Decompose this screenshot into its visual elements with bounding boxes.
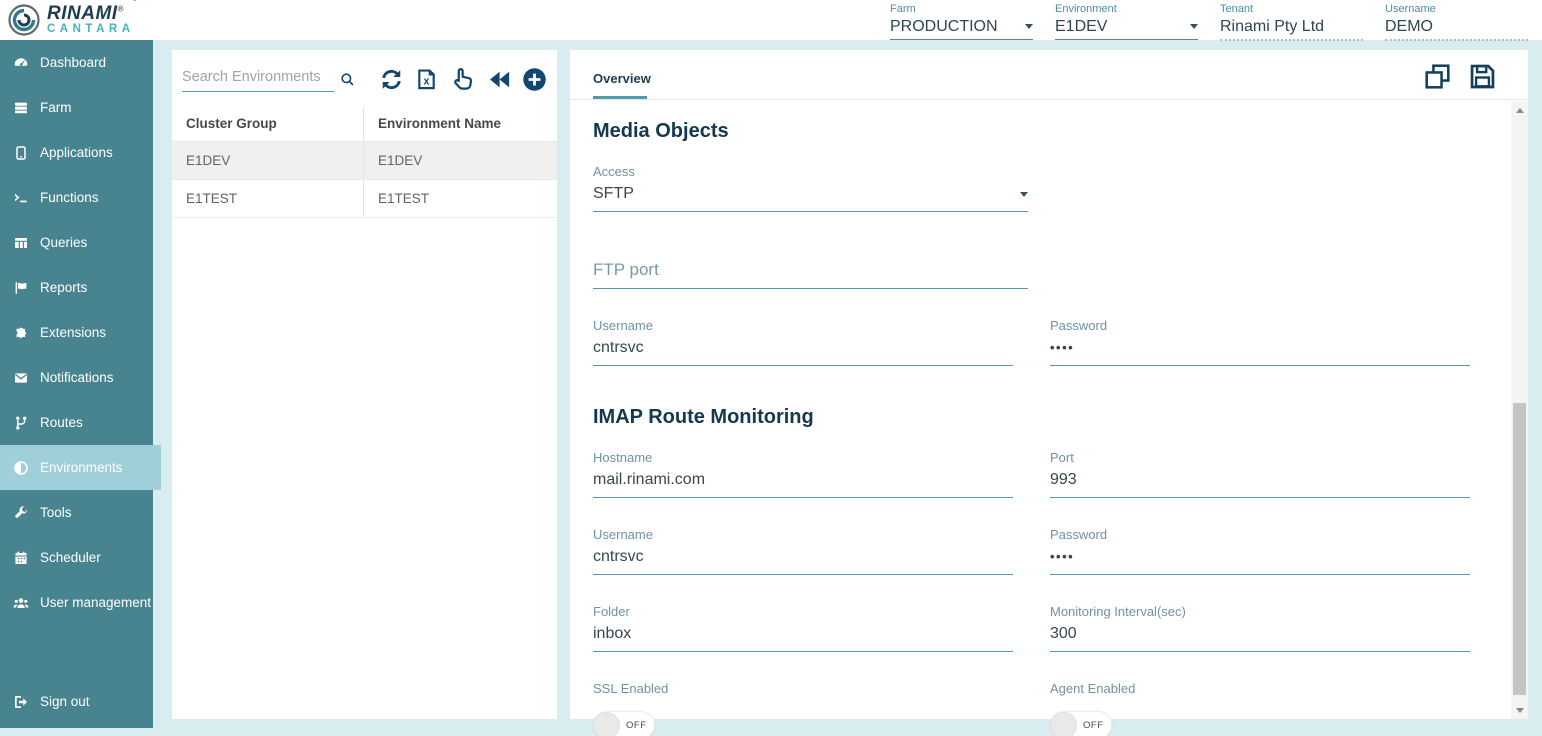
sidebar-item-notifications[interactable]: Notifications <box>0 355 153 400</box>
sidebar-item-extensions[interactable]: Extensions <box>0 310 153 355</box>
environment-value: E1DEV <box>1055 16 1107 37</box>
table-header: Cluster Group Environment Name <box>172 106 557 142</box>
farm-label: Farm <box>890 3 1033 16</box>
flag-icon <box>13 280 29 296</box>
imap-username-field[interactable]: Username cntrsvc <box>593 526 1013 575</box>
sidebar-item-reports[interactable]: Reports <box>0 265 153 310</box>
envelope-icon <box>13 370 29 386</box>
imap-password-field[interactable]: Password •••• <box>1050 526 1470 575</box>
column-header-cluster-group: Cluster Group <box>172 106 364 141</box>
tenant-field: Tenant Rinami Pty Ltd <box>1220 3 1363 41</box>
add-icon[interactable] <box>522 67 547 92</box>
folder-field[interactable]: Folder inbox <box>593 603 1013 652</box>
ssl-enabled-toggle[interactable]: OFF <box>593 711 655 736</box>
table-row[interactable]: E1TEST E1TEST <box>172 180 557 218</box>
media-password-field[interactable]: Password •••• <box>1050 317 1470 366</box>
sidebar-item-user-management[interactable]: User management <box>0 580 153 625</box>
rinami-logo-icon <box>8 4 40 36</box>
brand-subname: CANTARA <box>47 24 135 36</box>
sign-out-icon <box>13 694 29 710</box>
chevron-down-icon <box>1020 192 1028 197</box>
tablet-icon <box>13 145 29 161</box>
agent-enabled-toggle[interactable]: OFF <box>1050 711 1112 736</box>
ftp-port-field[interactable]: FTP port <box>593 254 1028 289</box>
sidebar-item-tools[interactable]: Tools <box>0 490 153 535</box>
access-value: SFTP <box>593 183 634 205</box>
save-icon[interactable] <box>1469 63 1496 90</box>
refresh-icon[interactable] <box>379 67 404 92</box>
sidebar-item-functions[interactable]: Functions <box>0 175 153 220</box>
wrench-icon <box>13 505 29 521</box>
tab-bar: Overview <box>570 50 1528 100</box>
active-tab-indicator <box>593 96 647 99</box>
environment-select[interactable]: Environment E1DEV <box>1055 3 1198 41</box>
monitoring-interval-field[interactable]: Monitoring Interval(sec) 300 <box>1050 603 1470 652</box>
globe-icon <box>13 460 29 476</box>
sidebar-item-scheduler[interactable]: Scheduler <box>0 535 153 580</box>
scroll-up-arrow[interactable] <box>1511 103 1528 117</box>
dashboard-icon <box>13 55 29 71</box>
media-username-field[interactable]: Username cntrsvc <box>593 317 1013 366</box>
farm-select[interactable]: Farm PRODUCTION <box>890 3 1033 41</box>
terminal-icon <box>13 190 29 206</box>
port-field[interactable]: Port 993 <box>1050 449 1470 498</box>
tenant-label: Tenant <box>1220 3 1363 16</box>
excel-export-icon[interactable]: x <box>415 68 438 91</box>
environments-list-panel: x Cluster Group Environment Name E1DEV E… <box>172 50 557 719</box>
search-input[interactable] <box>182 67 334 92</box>
table-row[interactable]: E1DEV E1DEV <box>172 142 557 180</box>
svg-text:x: x <box>424 75 430 87</box>
top-header: RINAMI® ˇ CANTARA Farm PRODUCTION Enviro… <box>0 0 1542 40</box>
scroll-down-arrow[interactable] <box>1511 703 1528 717</box>
toggle-knob <box>1050 712 1077 736</box>
table-icon <box>13 235 29 251</box>
chevron-down-icon <box>1190 24 1198 29</box>
calendar-icon <box>13 550 29 566</box>
chevron-down-icon <box>1025 24 1033 29</box>
sign-out-button[interactable]: Sign out <box>0 679 153 724</box>
hand-pointer-icon[interactable] <box>449 66 475 92</box>
toggle-knob <box>593 712 620 736</box>
puzzle-icon <box>13 325 29 341</box>
users-icon <box>13 595 29 611</box>
username-field: Username DEMO <box>1385 3 1528 41</box>
rewind-icon[interactable] <box>486 67 511 92</box>
vertical-scrollbar[interactable] <box>1511 101 1528 719</box>
tenant-value: Rinami Pty Ltd <box>1220 16 1324 37</box>
server-icon <box>13 100 29 116</box>
column-header-environment-name: Environment Name <box>364 106 557 141</box>
code-branch-icon <box>13 415 29 431</box>
access-field[interactable]: Access SFTP <box>593 163 1028 212</box>
sidebar-item-farm[interactable]: Farm <box>0 85 153 130</box>
registered-mark: ® <box>118 5 124 14</box>
ssl-enabled-field: SSL Enabled OFF <box>593 680 1013 736</box>
overview-form: Media Objects Access SFTP FTP port Usern… <box>570 100 1528 736</box>
environment-label: Environment <box>1055 3 1198 16</box>
brand-caron: ˇ <box>133 0 136 10</box>
sidebar-item-dashboard[interactable]: Dashboard <box>0 40 153 85</box>
section-title-media-objects: Media Objects <box>593 120 1473 143</box>
section-title-imap-route-monitoring: IMAP Route Monitoring <box>593 406 1473 429</box>
search-icon[interactable] <box>340 69 355 90</box>
copy-icon[interactable] <box>1424 63 1451 90</box>
sidebar: Dashboard Farm Applications Functions Qu… <box>0 40 153 728</box>
environment-detail-panel: Overview Media Objects Access SFTP FTP p… <box>570 50 1528 719</box>
sidebar-item-routes[interactable]: Routes <box>0 400 153 445</box>
rinami-logo: RINAMI® ˇ CANTARA <box>0 4 135 36</box>
sidebar-item-queries[interactable]: Queries <box>0 220 153 265</box>
username-value: DEMO <box>1385 16 1433 37</box>
username-label: Username <box>1385 3 1528 16</box>
agent-enabled-field: Agent Enabled OFF <box>1050 680 1470 736</box>
hostname-field[interactable]: Hostname mail.rinami.com <box>593 449 1013 498</box>
sidebar-item-environments[interactable]: Environments <box>0 445 161 490</box>
brand-name: RINAMI® <box>47 4 135 23</box>
tab-overview[interactable]: Overview <box>593 71 651 86</box>
scrollbar-thumb[interactable] <box>1513 403 1526 695</box>
farm-value: PRODUCTION <box>890 16 998 37</box>
sidebar-item-applications[interactable]: Applications <box>0 130 153 175</box>
session-fields: Farm PRODUCTION Environment E1DEV Tenant… <box>890 3 1528 41</box>
